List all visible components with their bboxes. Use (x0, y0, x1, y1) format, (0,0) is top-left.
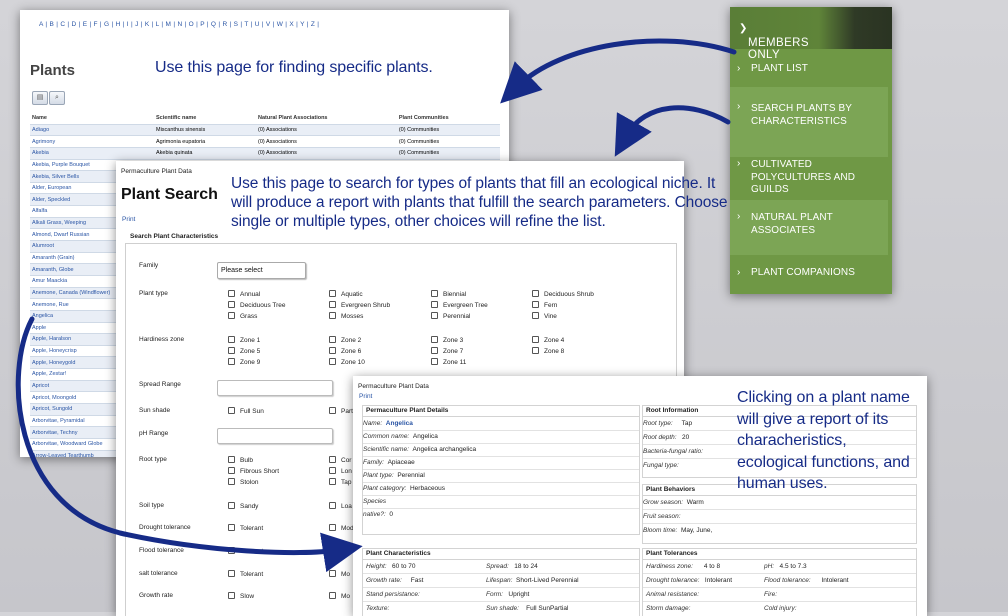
arrow-to-search-page (614, 105, 731, 157)
arrow-to-detail-page (15, 316, 363, 573)
annotation-arrows (15, 38, 737, 573)
arrow-to-plants-page (500, 38, 737, 104)
